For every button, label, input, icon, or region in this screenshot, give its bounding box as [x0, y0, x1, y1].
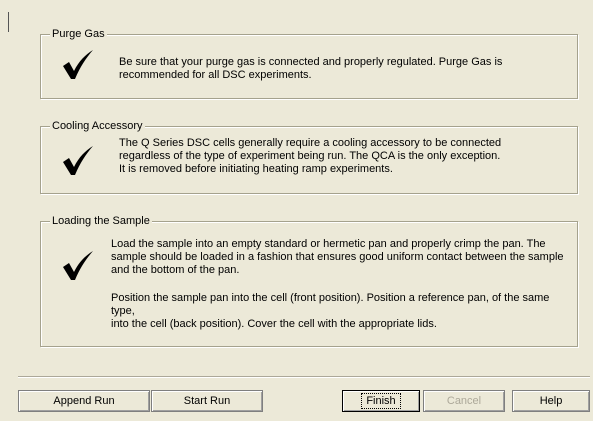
finish-label: Finish — [361, 393, 401, 409]
cancel-button[interactable]: Cancel — [423, 390, 505, 412]
purge-gas-title: Purge Gas — [50, 27, 107, 41]
loading-p2-line-2: into the cell (back position). Cover the… — [111, 318, 437, 330]
cooling-line-1: The Q Series DSC cells generally require… — [119, 137, 502, 149]
loading-p1-line-1: Load the sample into an empty standard o… — [111, 238, 546, 250]
cooling-accessory-group: Cooling Accessory The Q Series DSC cells… — [40, 119, 578, 194]
append-run-label: Append Run — [53, 395, 115, 407]
checkmark-icon — [63, 50, 93, 79]
cancel-label: Cancel — [446, 395, 482, 407]
purge-gas-group: Purge Gas Be sure that your purge gas is… — [40, 27, 578, 99]
loading-p2-line-1: Position the sample pan into the cell (f… — [111, 292, 550, 317]
append-run-button[interactable]: Append Run — [18, 390, 150, 412]
cooling-line-3: It is removed before initiating heating … — [119, 163, 393, 175]
cooling-accessory-text: The Q Series DSC cells generally require… — [119, 137, 501, 176]
loading-sample-group: Loading the Sample Load the sample into … — [40, 214, 578, 347]
loading-p1-line-3: and the bottom of the pan. — [111, 264, 240, 276]
start-run-button[interactable]: Start Run — [151, 390, 263, 412]
purge-gas-text: Be sure that your purge gas is connected… — [119, 56, 502, 82]
purge-gas-line-2: recommended for all DSC experiments. — [119, 69, 312, 81]
help-label: Help — [539, 395, 563, 407]
window-edge-line — [8, 12, 9, 32]
purge-gas-line-1: Be sure that your purge gas is connected… — [119, 56, 503, 68]
start-run-label: Start Run — [183, 395, 231, 407]
paragraph-spacer — [111, 277, 573, 292]
button-separator — [18, 376, 590, 378]
loading-sample-text: Load the sample into an empty standard o… — [111, 238, 573, 331]
checkmark-icon — [63, 146, 93, 175]
loading-p1-line-2: sample should be loaded in a fashion tha… — [111, 251, 564, 263]
loading-sample-title: Loading the Sample — [50, 214, 152, 228]
help-button[interactable]: Help — [512, 390, 590, 412]
checkmark-icon — [63, 251, 93, 280]
cooling-accessory-title: Cooling Accessory — [50, 119, 145, 133]
finish-button[interactable]: Finish — [342, 390, 420, 412]
cooling-line-2: regardless of the type of experiment bei… — [119, 150, 501, 162]
